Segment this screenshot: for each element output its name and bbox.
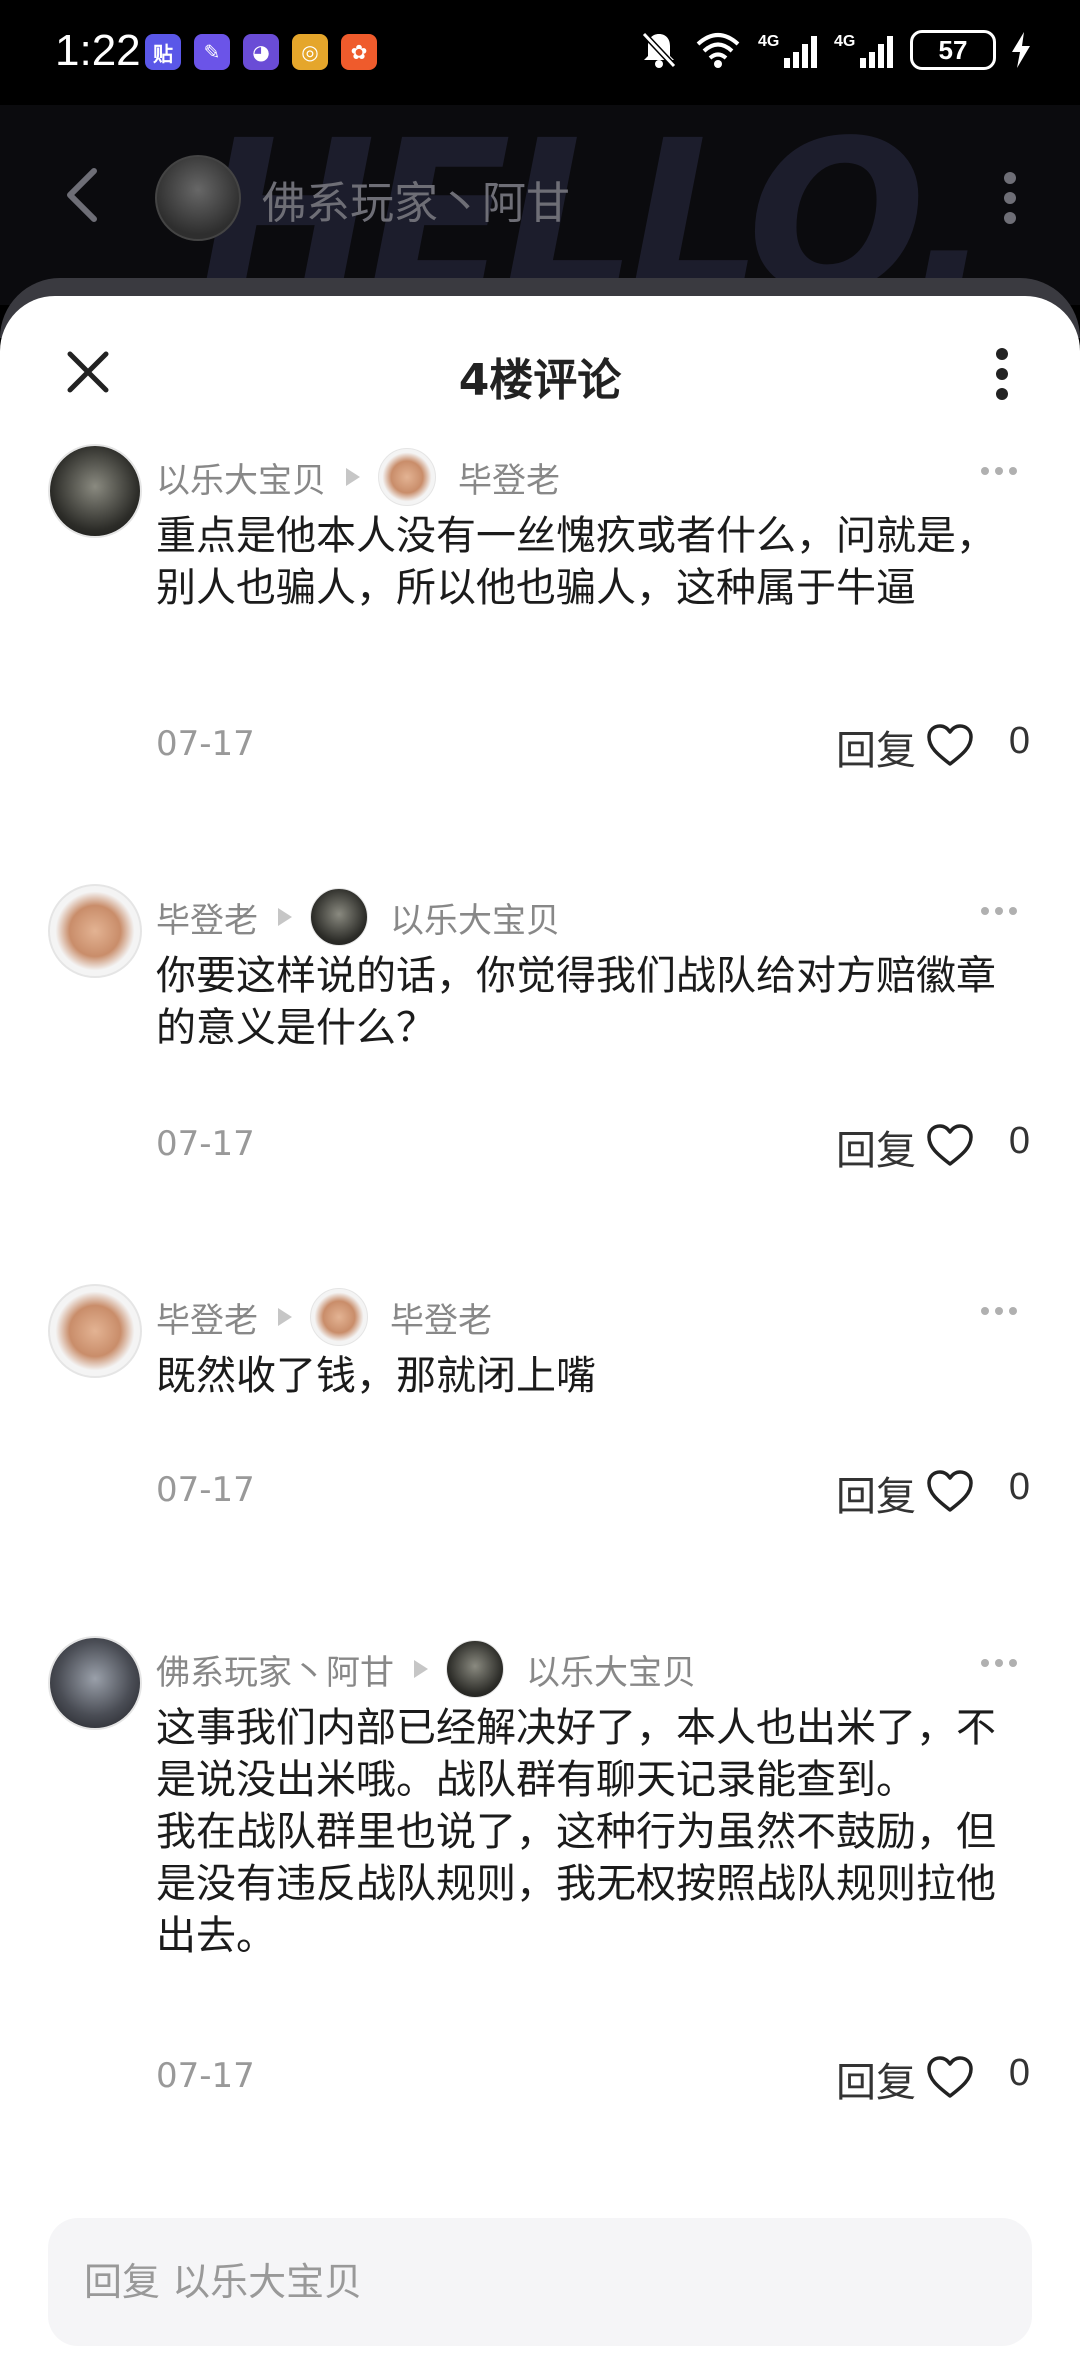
- like-count: 0: [1008, 720, 1030, 762]
- comment-text: 这事我们内部已经解决好了，本人也出米了，不是说没出米哦。战队群有聊天记录能查到。…: [156, 1705, 996, 1959]
- comment-meta: 以乐大宝贝 毕登老: [156, 448, 560, 506]
- comment-footer: 07-17 回复 0: [156, 1460, 1030, 1520]
- comment-date: 07-17: [156, 724, 255, 764]
- comment-author-avatar[interactable]: [48, 444, 142, 538]
- heart-icon[interactable]: [925, 1122, 975, 1168]
- comment-reply-button[interactable]: 回复: [836, 1464, 916, 1522]
- like-count: 0: [1008, 1120, 1030, 1162]
- comment-footer: 07-17 回复 0: [156, 2046, 1030, 2106]
- comment-meta: 毕登老 以乐大宝贝: [156, 888, 560, 946]
- reply-to-name[interactable]: 以乐大宝贝: [390, 893, 560, 942]
- comment-more-icon[interactable]: [980, 906, 1018, 916]
- like-count: 0: [1008, 2052, 1030, 2094]
- comment-author-name[interactable]: 毕登老: [156, 1293, 258, 1342]
- back-arrow-icon[interactable]: [62, 167, 102, 223]
- comment-more-icon[interactable]: [980, 466, 1018, 476]
- status-time: 1:22: [55, 26, 141, 75]
- comment-text: 重点是他本人没有一丝愧疚或者什么，问就是，别人也骗人，所以他也骗人，这种属于牛逼: [156, 513, 996, 611]
- comment-reply-button[interactable]: 回复: [836, 2050, 916, 2108]
- comment-author-name[interactable]: 以乐大宝贝: [156, 453, 326, 502]
- charging-bolt-icon: [1012, 32, 1030, 68]
- comment-text: 你要这样说的话，你觉得我们战队给对方赔徽章的意义是什么？: [156, 953, 996, 1051]
- comment-author-avatar[interactable]: [48, 884, 142, 978]
- svg-text:4G: 4G: [758, 33, 779, 50]
- comment-reply-button[interactable]: 回复: [836, 1118, 916, 1176]
- mute-bell-icon: [641, 31, 677, 69]
- comment-date: 07-17: [156, 2056, 255, 2096]
- comment-footer: 07-17 回复 0: [156, 1114, 1030, 1174]
- reply-to-avatar[interactable]: [310, 1288, 368, 1346]
- like-count: 0: [1008, 1466, 1030, 1508]
- comment-meta: 毕登老 毕登老: [156, 1288, 492, 1346]
- comment-more-icon[interactable]: [980, 1658, 1018, 1668]
- heart-icon[interactable]: [925, 722, 975, 768]
- status-bar: 1:22 贴 ✎ ◕ ◎ ✿ 4G 4G 57: [0, 0, 1080, 105]
- qq-app-icon: ◕: [243, 34, 279, 70]
- comment-footer: 07-17 回复 0: [156, 714, 1030, 774]
- comment-author-avatar[interactable]: [48, 1636, 142, 1730]
- notification-app-icons: 贴 ✎ ◕ ◎ ✿: [145, 34, 377, 70]
- reply-to-arrow-icon: [346, 468, 360, 486]
- sheet-title: 4楼评论: [458, 355, 622, 406]
- reply-to-avatar[interactable]: [446, 1640, 504, 1698]
- signal-4g-icon: 4G: [758, 33, 817, 68]
- reply-to-name[interactable]: 毕登老: [390, 1293, 492, 1342]
- comment-date: 07-17: [156, 1470, 255, 1510]
- header-avatar[interactable]: [155, 155, 241, 241]
- tieba-app-icon: 贴: [145, 34, 181, 70]
- comment-reply-button[interactable]: 回复: [836, 718, 916, 776]
- more-vertical-icon[interactable]: [1002, 170, 1018, 226]
- header-username[interactable]: 佛系玩家丶阿甘: [262, 167, 570, 231]
- reply-to-arrow-icon: [278, 1308, 292, 1326]
- heart-icon[interactable]: [925, 2054, 975, 2100]
- reply-to-name[interactable]: 毕登老: [458, 453, 560, 502]
- comment-author-avatar[interactable]: [48, 1284, 142, 1378]
- reply-to-avatar[interactable]: [378, 448, 436, 506]
- comment-meta: 佛系玩家丶阿甘 以乐大宝贝: [156, 1640, 696, 1698]
- comment-date: 07-17: [156, 1124, 255, 1164]
- reply-to-arrow-icon: [414, 1660, 428, 1678]
- target-app-icon: ◎: [292, 34, 328, 70]
- comment-author-name[interactable]: 佛系玩家丶阿甘: [156, 1645, 394, 1694]
- comment-more-icon[interactable]: [980, 1306, 1018, 1316]
- comment-sheet: 4楼评论 以乐大宝贝 毕登老 重点是他本人没有一丝愧疚或者什么，问就是，别人也骗…: [0, 296, 1080, 2375]
- comment-author-name[interactable]: 毕登老: [156, 893, 258, 942]
- comment-text: 既然收了钱，那就闭上嘴: [156, 1353, 596, 1399]
- flower-app-icon: ✿: [341, 34, 377, 70]
- battery-indicator: 57: [910, 30, 996, 70]
- page-header: HELLO. 佛系玩家丶阿甘: [0, 105, 1080, 305]
- reply-to-avatar[interactable]: [310, 888, 368, 946]
- reply-to-arrow-icon: [278, 908, 292, 926]
- sheet-more-vertical-icon[interactable]: [994, 346, 1010, 402]
- edit-app-icon: ✎: [194, 34, 230, 70]
- signal-4g-icon-2: 4G: [834, 33, 893, 68]
- reply-input[interactable]: [48, 2218, 1032, 2346]
- reply-to-name[interactable]: 以乐大宝贝: [526, 1645, 696, 1694]
- status-indicators: 4G 4G 57: [640, 30, 1030, 70]
- svg-text:4G: 4G: [834, 33, 855, 50]
- wifi-icon: [696, 33, 740, 68]
- heart-icon[interactable]: [925, 1468, 975, 1514]
